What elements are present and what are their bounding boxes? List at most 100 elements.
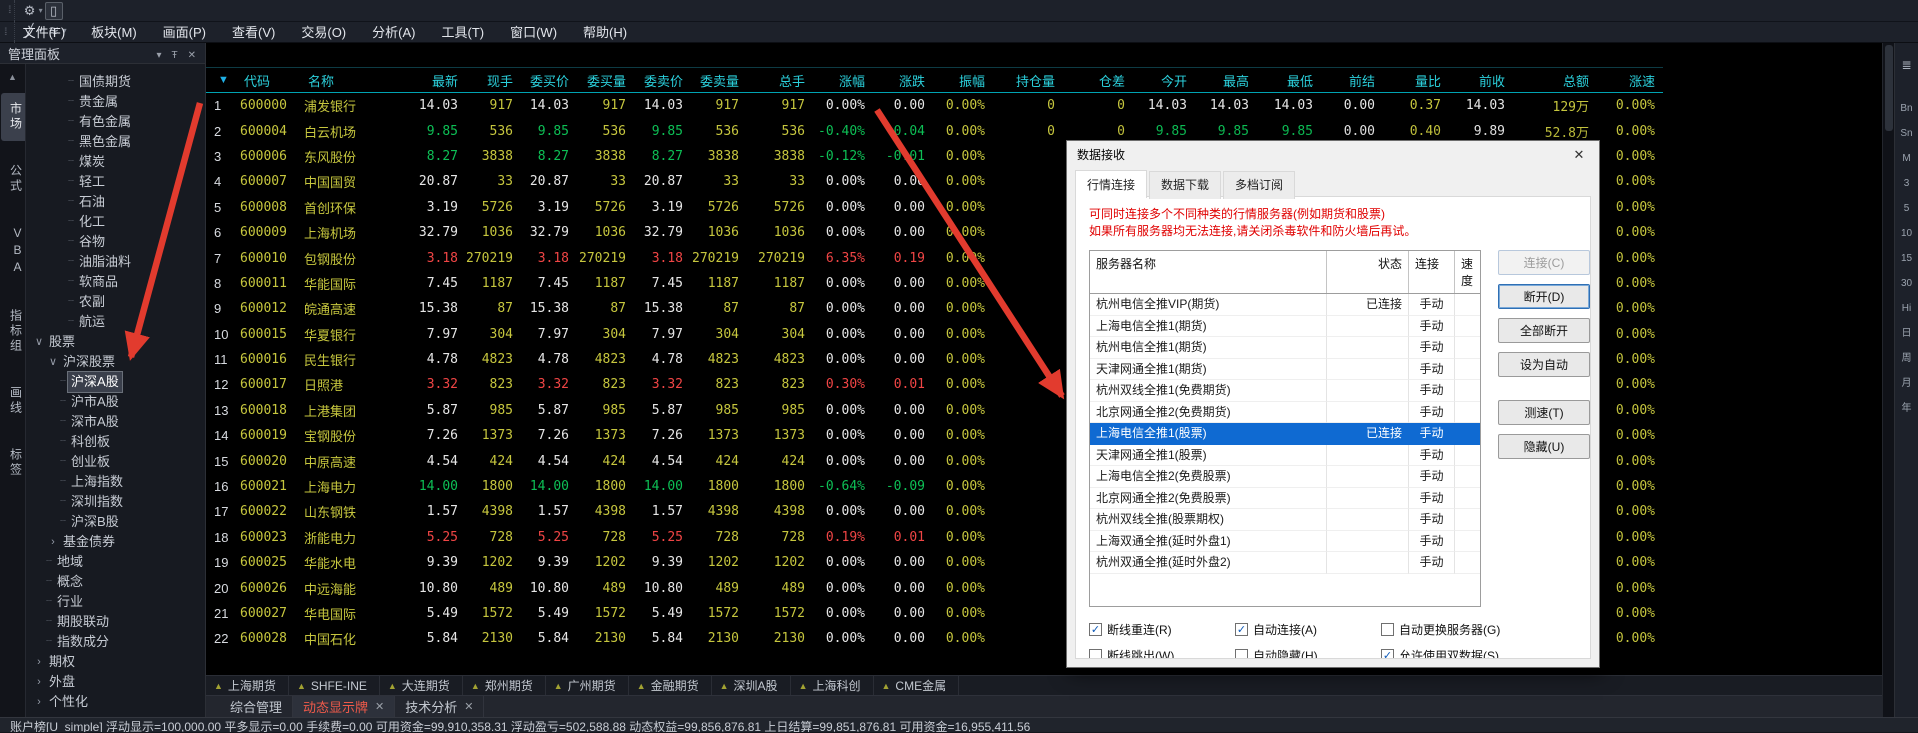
market-tab-金融期货[interactable]: ▲ 金融期货: [629, 676, 712, 695]
column-header-今开[interactable]: 今开: [1133, 71, 1195, 90]
tree-item-股票[interactable]: ∨ 股票: [26, 332, 205, 352]
period-button-3[interactable]: 3: [1895, 171, 1918, 196]
settings-gear-icon-dropdown[interactable]: ▾: [39, 6, 43, 15]
tree-item-创业板[interactable]: ┄ 创业板: [26, 452, 205, 472]
column-header-名称[interactable]: 名称: [300, 71, 392, 90]
tree-item-行业[interactable]: ┄ 行业: [26, 592, 205, 612]
market-tab-广州期货[interactable]: ▲ 广州期货: [546, 676, 629, 695]
column-header-委买价[interactable]: 委买价: [521, 71, 577, 90]
period-menu-icon[interactable]: ≣: [1895, 53, 1918, 78]
tree-item-沪市A股[interactable]: ┄ 沪市A股: [26, 392, 205, 412]
tabstrip-scroll-up-icon[interactable]: ▲: [8, 70, 17, 86]
menu-item-3[interactable]: 查看(V): [219, 25, 288, 40]
tree-item-贵金属[interactable]: ┄ 贵金属: [26, 92, 205, 112]
server-column-连接[interactable]: 连接: [1409, 251, 1455, 293]
period-button-M[interactable]: M: [1895, 146, 1918, 171]
expander-closed-icon[interactable]: ›: [32, 692, 46, 712]
server-column-速度[interactable]: 速度: [1455, 251, 1480, 293]
menu-item-1[interactable]: 板块(M): [78, 25, 150, 40]
tree-item-谷物[interactable]: ┄ 谷物: [26, 232, 205, 252]
tab-close-icon[interactable]: ✕: [464, 700, 473, 713]
tree-item-航运[interactable]: ┄ 航运: [26, 312, 205, 332]
dialog-button-隐藏(U)[interactable]: 隐藏(U): [1498, 434, 1590, 459]
server-column-服务器名称[interactable]: 服务器名称: [1090, 251, 1327, 293]
dialog-button-设为自动[interactable]: 设为自动: [1498, 352, 1590, 377]
server-column-状态[interactable]: 状态: [1327, 251, 1409, 293]
tab-close-icon[interactable]: ✕: [375, 700, 384, 713]
period-button-15[interactable]: 15: [1895, 246, 1918, 271]
side-tab-标签[interactable]: 标签: [1, 439, 25, 487]
column-header-最高[interactable]: 最高: [1195, 71, 1257, 90]
market-tab-SHFE-INE[interactable]: ▲ SHFE-INE: [289, 676, 380, 695]
tree-item-基金债券[interactable]: › 基金债券: [26, 532, 205, 552]
tree-item-概念[interactable]: ┄ 概念: [26, 572, 205, 592]
checkbox-box[interactable]: ✓: [1381, 649, 1394, 658]
dialog-tab-数据下载[interactable]: 数据下载: [1149, 171, 1222, 199]
period-button-月[interactable]: 月: [1895, 371, 1918, 396]
column-header-仓差[interactable]: 仓差: [1063, 71, 1133, 90]
menu-item-7[interactable]: 窗口(W): [497, 25, 570, 40]
tree-item-上海指数[interactable]: ┄ 上海指数: [26, 472, 205, 492]
period-button-30[interactable]: 30: [1895, 271, 1918, 296]
dialog-tab-行情连接[interactable]: 行情连接: [1075, 170, 1148, 198]
expander-closed-icon[interactable]: ›: [46, 532, 60, 552]
column-header-量比[interactable]: 量比: [1383, 71, 1449, 90]
tree-item-地域[interactable]: ┄ 地域: [26, 552, 205, 572]
column-header-总手[interactable]: 总手: [747, 71, 813, 90]
server-row[interactable]: 北京网通全推2(免费期货) 手动: [1090, 401, 1480, 423]
dialog-button-测速(T)[interactable]: 测速(T): [1498, 400, 1590, 425]
panel-close-icon[interactable]: ✕: [183, 50, 201, 61]
side-tab-公式[interactable]: 公式: [1, 155, 25, 203]
checkbox-box[interactable]: [1381, 623, 1394, 636]
tree-item-深市A股[interactable]: ┄ 深市A股: [26, 412, 205, 432]
column-header-最低[interactable]: 最低: [1257, 71, 1321, 90]
market-tab-上海科创[interactable]: ▲ 上海科创: [791, 676, 874, 695]
server-row[interactable]: 杭州双通全推(延时外盘2) 手动: [1090, 552, 1480, 574]
column-header-涨幅[interactable]: 涨幅: [813, 71, 873, 90]
checkbox-允许使用双数据(S)[interactable]: ✓ 允许使用双数据(S): [1381, 647, 1571, 658]
expander-open-icon[interactable]: ∨: [32, 332, 46, 352]
tree-item-黑色金属[interactable]: ┄ 黑色金属: [26, 132, 205, 152]
page-tab-综合管理[interactable]: 综合管理: [220, 696, 294, 717]
page-tab-动态显示牌[interactable]: 动态显示牌 ✕: [293, 696, 396, 717]
menu-item-2[interactable]: 画面(P): [150, 25, 219, 40]
menu-item-0[interactable]: 文件(F): [10, 25, 79, 40]
market-tab-大连期货[interactable]: ▲ 大连期货: [380, 676, 463, 695]
period-button-周[interactable]: 周: [1895, 346, 1918, 371]
market-tab-郑州期货[interactable]: ▲ 郑州期货: [463, 676, 546, 695]
server-row[interactable]: 天津网通全推1(期货) 手动: [1090, 358, 1480, 380]
period-button-Bn[interactable]: Bn: [1895, 96, 1918, 121]
column-header-委卖量[interactable]: 委卖量: [691, 71, 747, 90]
checkbox-box[interactable]: ✓: [1089, 623, 1102, 636]
server-row[interactable]: 杭州双线全推(股票期权) 手动: [1090, 509, 1480, 531]
side-tab-指标组[interactable]: 指标组: [1, 300, 25, 363]
checkbox-box[interactable]: [1235, 649, 1248, 658]
column-header-现手[interactable]: 现手: [466, 71, 521, 90]
side-tab-市场[interactable]: 市场: [0, 93, 25, 141]
server-row[interactable]: 杭州电信全推1(期货) 手动: [1090, 337, 1480, 359]
tree-item-油脂油料[interactable]: ┄ 油脂油料: [26, 252, 205, 272]
tree-item-期股联动[interactable]: ┄ 期股联动: [26, 612, 205, 632]
server-row[interactable]: 杭州双线全推1(免费期货) 手动: [1090, 380, 1480, 402]
pin-icon[interactable]: Ŧ: [167, 50, 183, 61]
market-tab-上海期货[interactable]: ▲ 上海期货: [206, 676, 289, 695]
period-button-5[interactable]: 5: [1895, 196, 1918, 221]
quote-table-header[interactable]: ▼ 代码 名称 最新 现手 委买价 委买量 委卖价 委卖量 总手 涨幅 涨跌 振幅 持仓量 仓差 今开 最高 最低…: [206, 67, 1663, 93]
column-header-持仓量[interactable]: 持仓量: [993, 71, 1063, 90]
server-row[interactable]: 北京网通全推2(免费股票) 手动: [1090, 487, 1480, 509]
server-row[interactable]: 上海电信全推2(免费股票) 手动: [1090, 466, 1480, 488]
column-header-代码[interactable]: 代码: [236, 71, 300, 90]
dialog-close-icon[interactable]: ✕: [1565, 147, 1593, 163]
tree-item-期权[interactable]: › 期权: [26, 652, 205, 672]
checkbox-自动隐藏(H)[interactable]: 自动隐藏(H): [1235, 647, 1381, 658]
market-tab-CME金属[interactable]: ▲ CME金属: [874, 676, 960, 695]
period-button-年[interactable]: 年: [1895, 396, 1918, 421]
checkbox-断线跳出(W)[interactable]: 断线跳出(W): [1089, 647, 1235, 658]
checkbox-断线重连(R)[interactable]: ✓ 断线重连(R): [1089, 621, 1235, 638]
page-tab-技术分析[interactable]: 技术分析 ✕: [395, 696, 485, 717]
menu-item-6[interactable]: 工具(T): [428, 25, 497, 40]
expander-open-icon[interactable]: ∨: [46, 352, 60, 372]
tree-item-软商品[interactable]: ┄ 软商品: [26, 272, 205, 292]
expander-closed-icon[interactable]: ›: [32, 672, 46, 692]
tree-item-石油[interactable]: ┄ 石油: [26, 192, 205, 212]
